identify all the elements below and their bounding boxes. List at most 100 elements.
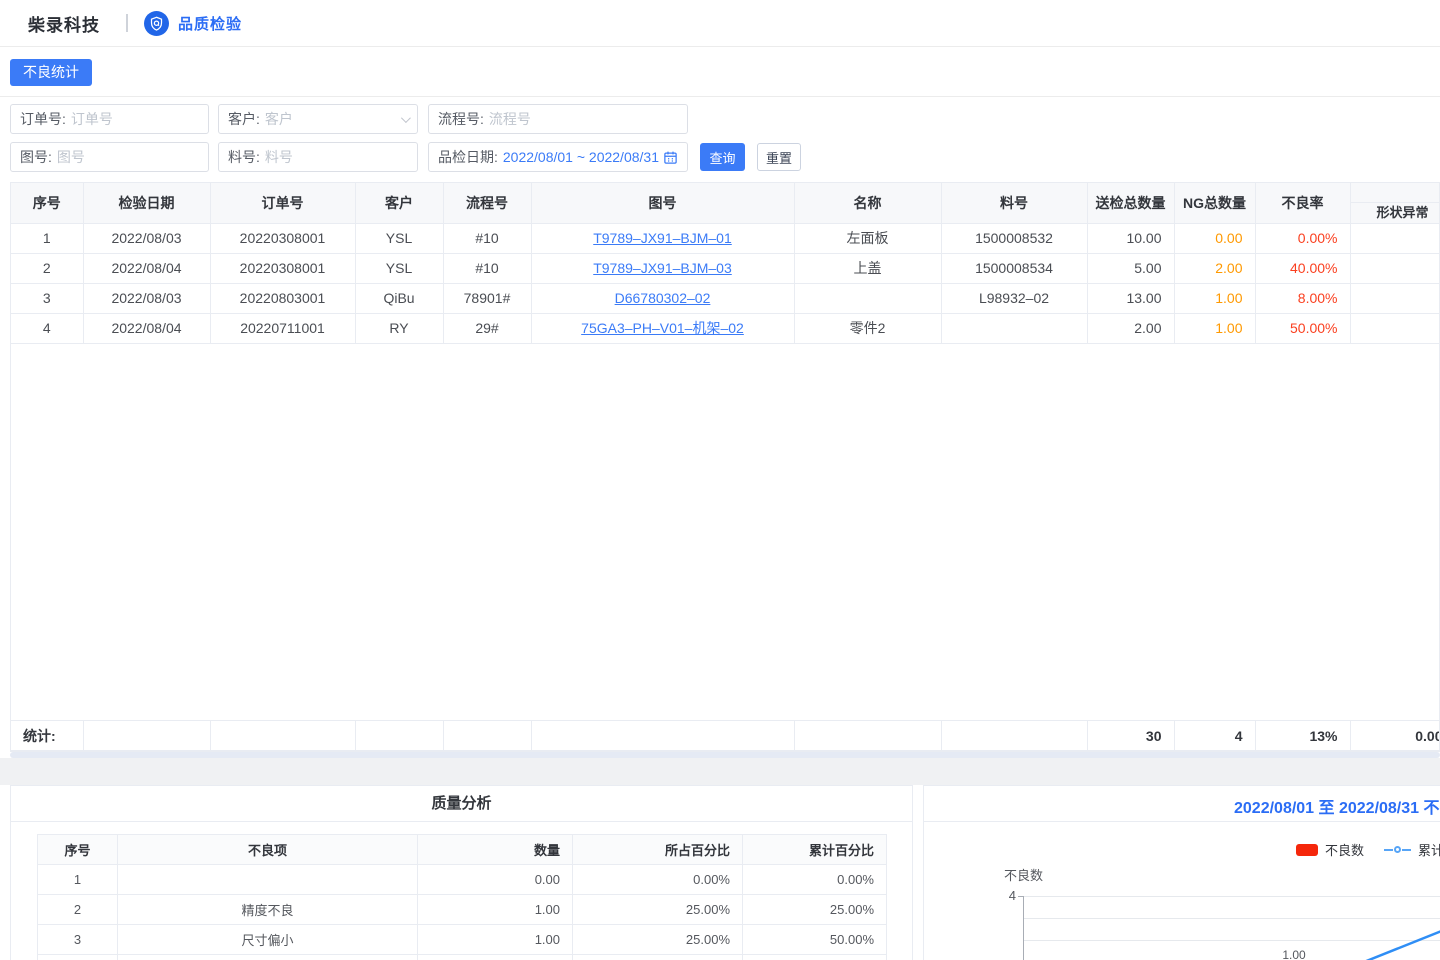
cell-index: 2 — [11, 253, 83, 283]
inspect-date-range-picker[interactable]: 品检日期: 2022/08/01 ~ 2022/08/31 — [428, 142, 688, 172]
qcol-qty: 数量 — [418, 835, 573, 865]
cell-ng: 0.00 — [1174, 223, 1255, 253]
cell-shape — [1350, 283, 1440, 313]
cell-date: 2022/08/03 — [83, 283, 210, 313]
app-name: 品质检验 — [178, 13, 242, 34]
reset-button[interactable]: 重置 — [757, 143, 801, 171]
divider — [126, 14, 128, 32]
cell-material: 1500008534 — [941, 253, 1087, 283]
drawing-no-link[interactable]: D66780302–02 — [615, 290, 711, 306]
order-no-label: 订单号: — [20, 109, 66, 129]
material-no-field[interactable]: 料号: — [218, 142, 418, 172]
qcol-cum-percent: 累计百分比 — [743, 835, 887, 865]
col-drawing-no: 图号 — [531, 183, 794, 223]
cell-rate: 0.00% — [1255, 223, 1350, 253]
summary-defect-rate: 13% — [1255, 721, 1350, 751]
process-no-label: 流程号: — [438, 109, 484, 129]
cell-date: 2022/08/04 — [83, 313, 210, 343]
col-material-no: 料号 — [941, 183, 1087, 223]
top-bar: 柴录科技 品质检验 — [0, 0, 1440, 47]
drawing-no-label: 图号: — [20, 147, 52, 167]
qcol-defect-item: 不良项 — [118, 835, 418, 865]
cell-shape — [1350, 313, 1440, 343]
customer-select[interactable]: 客户: — [218, 104, 418, 134]
search-button[interactable]: 查询 — [700, 143, 745, 171]
cell-ng: 1.00 — [1174, 283, 1255, 313]
bar-legend-swatch — [1296, 844, 1318, 856]
drawing-no-field[interactable]: 图号: — [10, 142, 209, 172]
cell-drawing: 75GA3–PH–V01–机架–02 — [531, 313, 794, 343]
cell-index: 4 — [11, 313, 83, 343]
cell-rate: 50.00% — [1255, 313, 1350, 343]
chart-title: 2022/08/01 至 2022/08/31 不良分析 — [1234, 794, 1440, 818]
cell-customer: YSL — [355, 223, 443, 253]
table-header-row: 序号 检验日期 订单号 客户 流程号 图号 名称 料号 送检总数量 NG总数量 … — [11, 183, 1440, 223]
table-empty-area — [11, 344, 1439, 721]
col-shape-abnormal: 形状异常 — [1350, 183, 1440, 223]
quality-header-row: 序号 不良项 数量 所占百分比 累计百分比 — [38, 835, 887, 865]
col-process-no: 流程号 — [443, 183, 531, 223]
cell-order: 20220308001 — [210, 253, 355, 283]
y-axis-title: 不良数 — [1004, 865, 1043, 884]
col-total-qty: 送检总数量 — [1087, 183, 1174, 223]
chart-legend[interactable]: 不良数 累计百分比 — [1296, 840, 1440, 859]
drawing-no-link[interactable]: T9789–JX91–BJM–01 — [593, 230, 732, 246]
order-no-input[interactable] — [71, 111, 199, 127]
cell-total: 10.00 — [1087, 223, 1174, 253]
pareto-chart-panel: 2022/08/01 至 2022/08/31 不良分析 不良数 累计百分比 不… — [923, 785, 1440, 960]
defect-table: 序号 检验日期 订单号 客户 流程号 图号 名称 料号 送检总数量 NG总数量 … — [10, 182, 1440, 752]
quality-row: 3 尺寸偏小 1.00 25.00% 50.00% — [38, 925, 887, 955]
col-customer: 客户 — [355, 183, 443, 223]
cell-ng: 2.00 — [1174, 253, 1255, 283]
cell-index: 3 — [11, 283, 83, 313]
drawing-no-link[interactable]: 75GA3–PH–V01–机架–02 — [581, 320, 744, 336]
table-row: 1 2022/08/03 20220308001 YSL #10 T9789–J… — [11, 223, 1440, 253]
cell-total: 2.00 — [1087, 313, 1174, 343]
qcol-percent: 所占百分比 — [573, 835, 743, 865]
cell-process: #10 — [443, 223, 531, 253]
col-ng-qty: NG总数量 — [1174, 183, 1255, 223]
col-defect-group — [1351, 183, 1440, 203]
cell-material: L98932–02 — [941, 283, 1087, 313]
process-no-input[interactable] — [489, 111, 678, 127]
material-no-input[interactable] — [265, 149, 408, 165]
drawing-no-link[interactable]: T9789–JX91–BJM–03 — [593, 260, 732, 276]
quality-row: 2 精度不良 1.00 25.00% 25.00% — [38, 895, 887, 925]
cell-shape — [1350, 253, 1440, 283]
cell-customer: YSL — [355, 253, 443, 283]
cell-order: 20220711001 — [210, 313, 355, 343]
cumulative-line — [1024, 896, 1440, 960]
quality-row — [38, 955, 887, 960]
qcol-index: 序号 — [38, 835, 118, 865]
cell-name: 左面板 — [794, 223, 941, 253]
cell-name: 零件2 — [794, 313, 941, 343]
inspect-date-value[interactable]: 2022/08/01 ~ 2022/08/31 — [503, 149, 663, 165]
cell-customer: RY — [355, 313, 443, 343]
summary-ng-qty: 4 — [1174, 721, 1255, 751]
table-row: 4 2022/08/04 20220711001 RY 29# 75GA3–PH… — [11, 313, 1440, 343]
section-gap — [0, 758, 1440, 785]
process-no-field[interactable]: 流程号: — [428, 104, 688, 134]
cell-process: 29# — [443, 313, 531, 343]
bar-legend-label: 不良数 — [1325, 840, 1364, 859]
cell-date: 2022/08/04 — [83, 253, 210, 283]
cell-total: 5.00 — [1087, 253, 1174, 283]
line-legend-marker — [1384, 846, 1411, 853]
cell-process: #10 — [443, 253, 531, 283]
order-no-field[interactable]: 订单号: — [10, 104, 209, 134]
drawing-no-input[interactable] — [57, 149, 199, 165]
cell-drawing: T9789–JX91–BJM–01 — [531, 223, 794, 253]
cell-order: 20220308001 — [210, 223, 355, 253]
tab-defect-statistics[interactable]: 不良统计 — [10, 59, 92, 86]
tab-strip: 不良统计 — [0, 48, 1440, 97]
cell-process: 78901# — [443, 283, 531, 313]
y-axis-tick: 4 — [998, 888, 1016, 903]
customer-input[interactable] — [265, 111, 397, 127]
summary-label: 统计: — [11, 721, 83, 751]
col-order-no: 订单号 — [210, 183, 355, 223]
cell-name — [794, 283, 941, 313]
customer-label: 客户: — [228, 109, 260, 129]
calendar-icon — [663, 150, 678, 165]
brand-name: 柴录科技 — [28, 11, 100, 36]
inspect-date-label: 品检日期: — [438, 147, 498, 167]
